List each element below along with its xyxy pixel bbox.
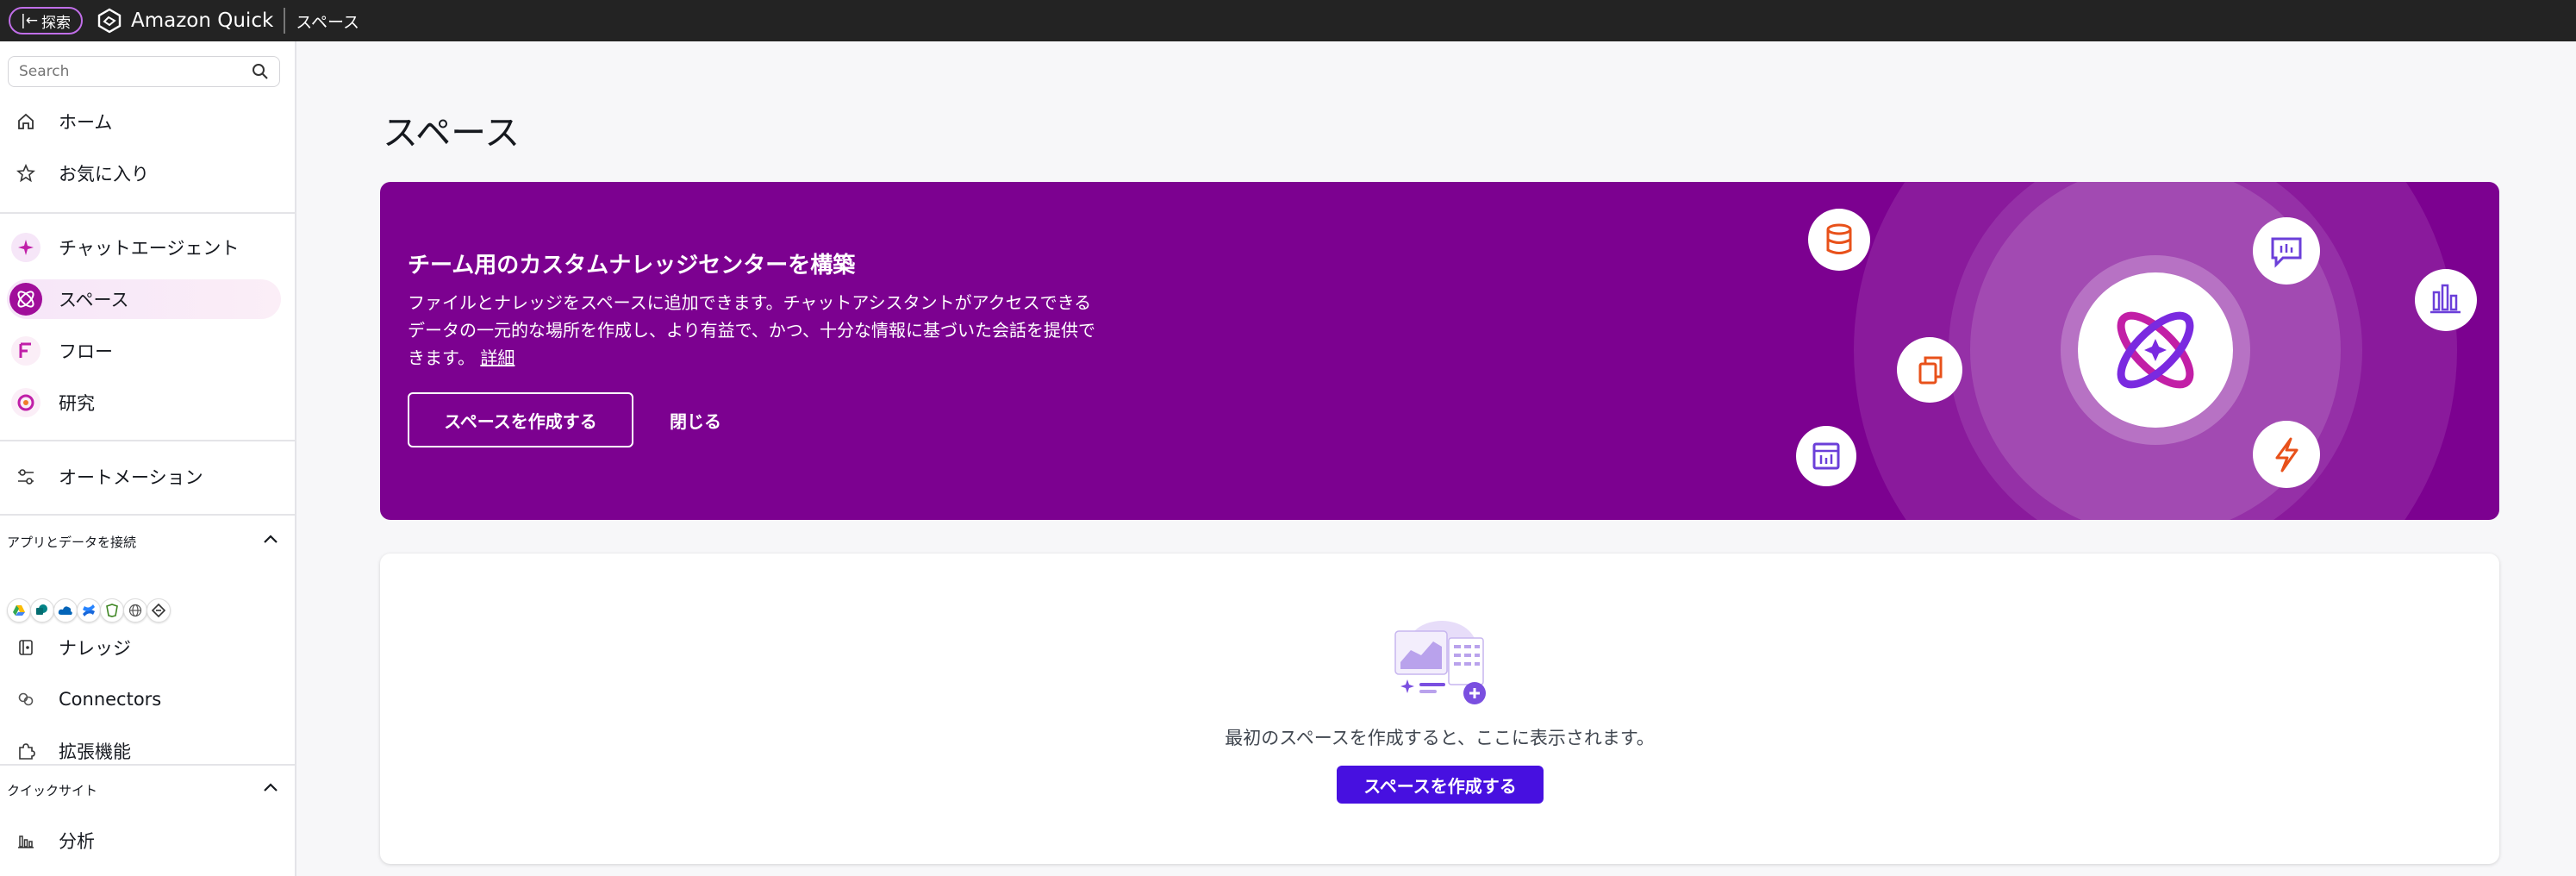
page-title: スペース [383,112,521,153]
sidebar-item-label: 拡張機能 [59,741,131,762]
sidebar-item-label: ホーム [59,112,113,133]
report-icon [1796,426,1856,486]
app-logo[interactable]: Amazon Quick [97,8,273,34]
onedrive-icon[interactable] [53,598,78,623]
empty-state-card: 最初のスペースを作成すると、ここに表示されます。 スペースを作成する [380,554,2499,864]
search-icon[interactable] [252,63,269,80]
sidebar-item-label: フロー [59,341,113,362]
sidebar-item-knowledge[interactable]: ナレッジ [7,628,281,667]
sidebar-item-label: 研究 [59,393,95,414]
google-drive-icon[interactable] [7,598,31,623]
sidebar: ホーム お気に入り チャットエージェント スペース フロー 研究 オートメーショ… [0,41,296,876]
database-icon [1808,209,1870,271]
sidebar-item-automation[interactable]: オートメーション [7,457,281,497]
documents-icon [1897,337,1962,403]
sidebar-item-chat-agents[interactable]: チャットエージェント [7,228,281,267]
lightning-icon [2253,421,2320,488]
divider [0,764,296,766]
quicksight-section-title: クイックサイト [7,783,98,798]
sidebar-item-research[interactable]: 研究 [7,383,281,422]
top-bar: |← 探索 Amazon Quick スペース [0,0,2576,41]
bar-chart-icon [18,835,34,848]
banner-close-button[interactable]: 閉じる [656,392,735,447]
divider [0,514,296,516]
chat-agent-icon [11,233,41,262]
search-box[interactable] [8,56,280,87]
sidebar-item-label: Connectors [59,689,162,710]
amazon-quick-logo-icon [97,8,122,34]
flows-icon [11,336,41,366]
sidebar-item-label: ナレッジ [59,638,131,659]
research-icon [11,388,41,417]
main-content: スペース チーム用のカスタムナレッジセンターを構築 ファイルとナレッジをスペース… [296,41,2576,876]
banner-illustration [1796,182,2477,520]
banner-description: ファイルとナレッジをスペースに追加できます。チャットアシスタントがアクセスできる… [408,289,1097,372]
connectors-icon [18,692,34,706]
star-icon [16,164,35,183]
puzzle-icon [19,743,35,760]
sidebar-item-label: オートメーション [59,467,203,488]
banner-create-space-button[interactable]: スペースを作成する [408,392,633,447]
s3-icon[interactable] [100,598,124,623]
app-name: Amazon Quick [130,9,274,32]
explore-label: 探索 [41,14,71,32]
collapse-left-icon: |← [21,12,38,29]
sidebar-item-home[interactable]: ホーム [7,102,281,141]
chevron-up-icon[interactable] [260,778,281,798]
sidebar-item-label: 分析 [59,831,95,852]
sidebar-item-connectors[interactable]: Connectors [7,679,281,719]
breadcrumb[interactable]: スペース [296,9,359,33]
sharepoint-icon[interactable] [30,598,54,623]
sidebar-item-label: お気に入り [59,164,149,185]
spaces-icon [9,283,42,316]
divider [284,8,286,34]
promo-banner: チーム用のカスタムナレッジセンターを構築 ファイルとナレッジをスペースに追加でき… [380,182,2499,520]
connected-apps-list [7,598,171,623]
empty-spaces-illustration [1394,621,1486,704]
explore-button[interactable]: |← 探索 [9,7,83,34]
sidebar-item-spaces[interactable]: スペース [7,279,281,319]
knowledge-icon [19,640,33,655]
connect-apps-title: アプリとデータを接続 [7,535,137,550]
sidebar-item-label: スペース [59,290,129,310]
confluence-icon[interactable] [77,598,101,623]
empty-state-message: 最初のスペースを作成すると、ここに表示されます。 [1225,728,1655,748]
learn-more-link[interactable]: 詳細 [480,347,515,368]
banner-title: チーム用のカスタムナレッジセンターを構築 [408,253,856,278]
sidebar-item-label: チャットエージェント [59,238,240,259]
create-space-button[interactable]: スペースを作成する [1337,766,1544,804]
sidebar-item-analysis[interactable]: 分析 [7,821,281,860]
divider [0,440,296,441]
sidebar-item-favorites[interactable]: お気に入り [7,153,281,193]
web-crawler-icon[interactable] [123,598,147,623]
sidebar-item-flows[interactable]: フロー [7,331,281,371]
custom-connector-icon[interactable] [147,598,171,623]
divider [0,212,296,214]
bar-chart-icon [2415,269,2477,331]
chevron-up-icon[interactable] [260,529,281,550]
home-icon [18,113,34,129]
search-input[interactable] [19,63,234,80]
feedback-icon [2253,217,2320,285]
automation-icon [18,469,34,485]
